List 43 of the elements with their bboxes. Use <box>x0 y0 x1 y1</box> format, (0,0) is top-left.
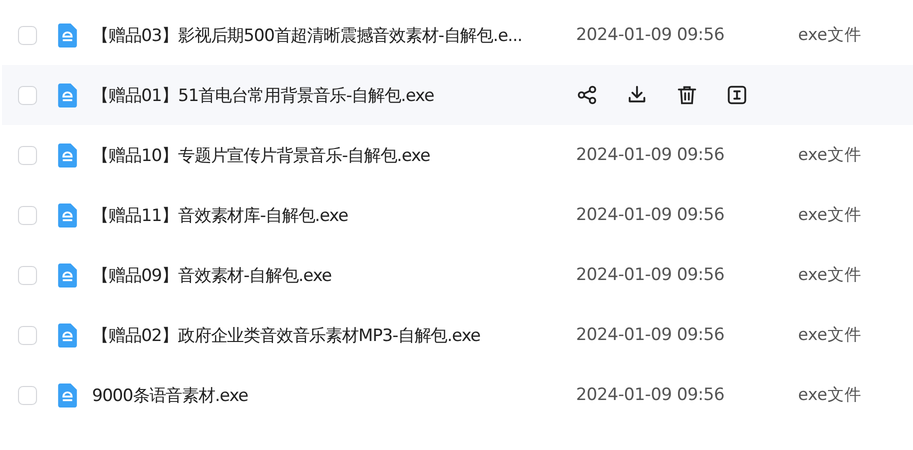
file-date: 2024-01-09 09:56 <box>576 265 726 285</box>
file-icon <box>55 82 80 108</box>
rename-icon[interactable] <box>726 84 748 106</box>
trash-icon[interactable] <box>676 84 698 106</box>
file-name[interactable]: 【赠品11】音效素材库-自解包.exe <box>92 204 576 226</box>
file-name[interactable]: 【赠品09】音效素材-自解包.exe <box>92 264 576 286</box>
file-name[interactable]: 【赠品10】专题片宣传片背景音乐-自解包.exe <box>92 144 576 166</box>
file-icon <box>55 322 80 348</box>
file-type: exe文件 <box>798 144 862 166</box>
checkbox[interactable] <box>18 86 37 104</box>
share-icon[interactable] <box>576 84 598 106</box>
checkbox[interactable] <box>18 146 37 164</box>
file-name[interactable]: 9000条语音素材.exe <box>92 384 576 406</box>
file-row[interactable]: 【赠品01】51首电台常用背景音乐-自解包.exe <box>2 65 913 125</box>
file-date: 2024-01-09 09:56 <box>576 385 726 405</box>
checkbox[interactable] <box>18 206 37 224</box>
file-row[interactable]: 【赠品03】影视后期500首超清晰震撼音效素材-自解包.e... 2024-01-09 09:56 exe文件 <box>2 5 913 65</box>
file-name[interactable]: 【赠品03】影视后期500首超清晰震撼音效素材-自解包.e... <box>92 24 576 46</box>
file-row[interactable]: 【赠品11】音效素材库-自解包.exe 2024-01-09 09:56 exe文件 <box>2 185 913 245</box>
file-type: exe文件 <box>798 24 862 46</box>
checkbox[interactable] <box>18 26 37 44</box>
file-type: exe文件 <box>798 324 862 346</box>
file-row[interactable]: 【赠品10】专题片宣传片背景音乐-自解包.exe 2024-01-09 09:56 exe文件 <box>2 125 913 185</box>
file-date: 2024-01-09 09:56 <box>576 145 726 165</box>
checkbox[interactable] <box>18 326 37 344</box>
file-row[interactable]: 【赠品09】音效素材-自解包.exe 2024-01-09 09:56 exe文件 <box>2 245 913 305</box>
file-name[interactable]: 【赠品01】51首电台常用背景音乐-自解包.exe <box>92 84 576 106</box>
file-date: 2024-01-09 09:56 <box>576 325 726 345</box>
file-icon <box>55 142 80 168</box>
checkbox[interactable] <box>18 386 37 404</box>
file-icon <box>55 262 80 288</box>
file-date: 2024-01-09 09:56 <box>576 205 726 225</box>
checkbox[interactable] <box>18 266 37 284</box>
file-type: exe文件 <box>798 384 862 406</box>
file-name[interactable]: 【赠品02】政府企业类音效音乐素材MP3-自解包.exe <box>92 324 576 346</box>
file-row[interactable]: 9000条语音素材.exe 2024-01-09 09:56 exe文件 <box>2 365 913 425</box>
file-type: exe文件 <box>798 204 862 226</box>
file-row[interactable]: 【赠品02】政府企业类音效音乐素材MP3-自解包.exe 2024-01-09 09:56 exe文件 <box>2 305 913 365</box>
file-date: 2024-01-09 09:56 <box>576 25 726 45</box>
file-icon <box>55 202 80 228</box>
file-icon <box>55 382 80 408</box>
file-type: exe文件 <box>798 264 862 286</box>
file-icon <box>55 22 80 48</box>
